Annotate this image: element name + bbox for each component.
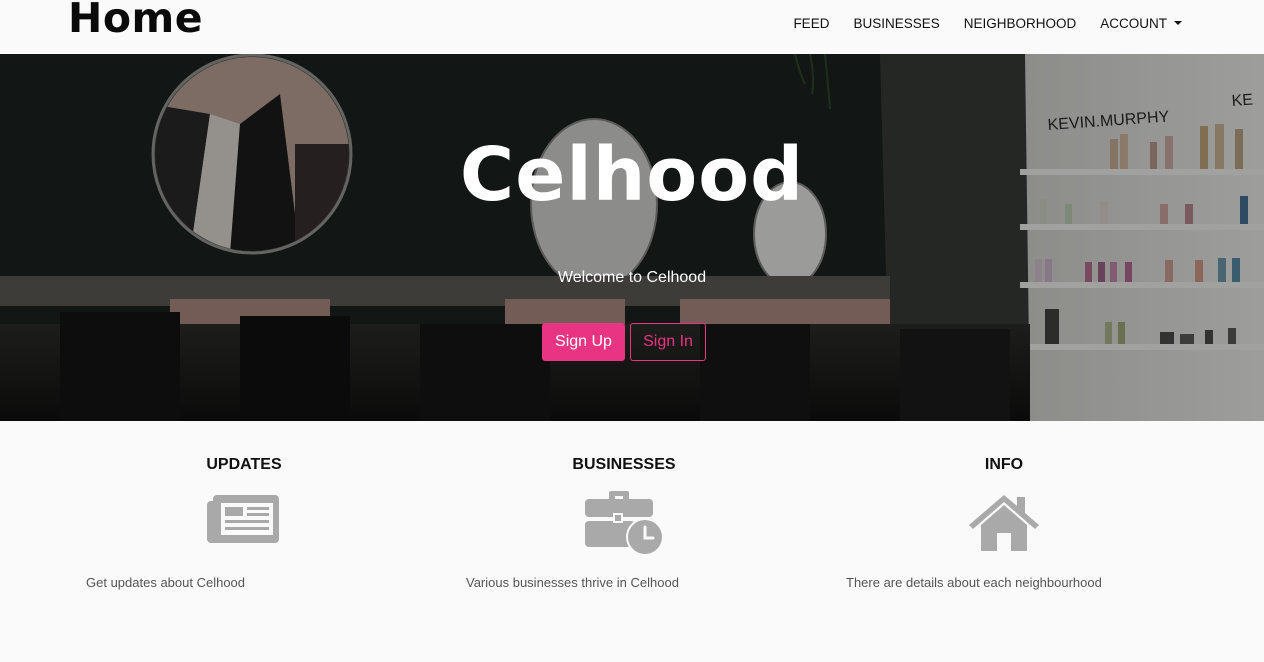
feature-title: UPDATES: [206, 456, 282, 473]
navbar: Home FEED BUSINESSES NEIGHBORHOOD ACCOUN…: [0, 0, 1264, 54]
feature-title: INFO: [984, 456, 1024, 473]
briefcase-clock-icon: [585, 491, 664, 556]
hero-title: Celhood: [459, 132, 805, 218]
nav-links: FEED BUSINESSES NEIGHBORHOOD ACCOUNT: [781, 16, 1182, 32]
feature-title: BUSINESSES: [572, 456, 676, 473]
hero-subtitle: Welcome to Celhood: [557, 269, 707, 286]
nav-link-account-dropdown[interactable]: ACCOUNT: [1088, 16, 1182, 32]
feature-text: There are details about each neighbourho…: [846, 575, 1102, 590]
salon-background-image: KEVIN.MURPHY KE: [0, 54, 1264, 421]
feature-text: Get updates about Celhood: [86, 575, 246, 590]
feature-text: Various businesses thrive in Celhood: [466, 575, 679, 590]
feature-updates: UPDATES Get updates about Celhood: [54, 421, 434, 621]
nav-link-neighborhood[interactable]: NEIGHBORHOOD: [952, 16, 1089, 32]
nav-link-feed[interactable]: FEED: [781, 16, 841, 32]
feature-businesses: BUSINESSES Various businesses thrive in …: [434, 421, 814, 621]
newspaper-icon: [207, 495, 279, 543]
account-label: ACCOUNT: [1100, 16, 1167, 31]
caret-down-icon: [1174, 21, 1182, 25]
feature-info: INFO There are details about each neighb…: [814, 421, 1194, 621]
nav-link-businesses[interactable]: BUSINESSES: [841, 16, 951, 32]
hero-banner: KEVIN.MURPHY KE Celhood Welcome to Celho…: [0, 54, 1264, 421]
home-icon: [969, 495, 1039, 551]
brand-link[interactable]: Home: [68, 0, 203, 42]
hero-buttons: Sign Up Sign In: [542, 323, 706, 361]
sign-up-button[interactable]: Sign Up: [542, 323, 625, 361]
sign-in-button[interactable]: Sign In: [630, 323, 706, 361]
